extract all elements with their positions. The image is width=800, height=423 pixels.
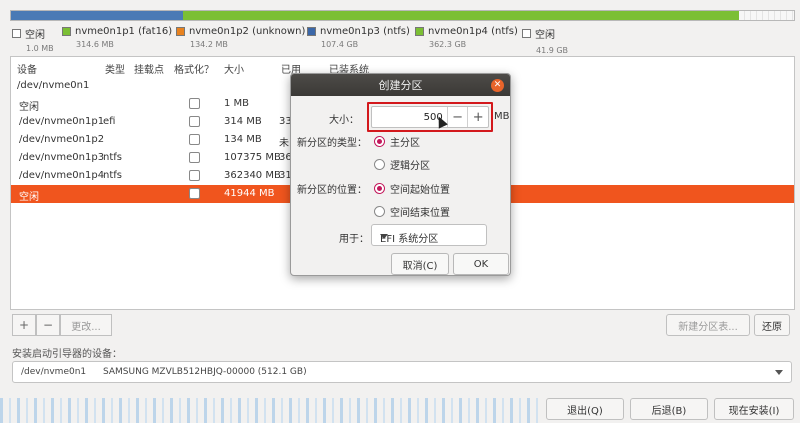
type-primary-radio[interactable]: 主分区	[374, 134, 420, 149]
table-toolbar: + − 更改...	[12, 314, 112, 336]
column-header-type[interactable]: 类型	[105, 61, 125, 76]
dialog-title: 创建分区	[378, 79, 423, 92]
legend-swatch	[522, 29, 531, 38]
use-as-label: 用于：	[339, 234, 369, 245]
row-size: 41944 MB	[224, 188, 275, 199]
use-as-select[interactable]: EFI 系统分区	[371, 224, 487, 246]
column-header-mount[interactable]: 挂载点	[134, 61, 164, 76]
disk-segment-p3	[183, 11, 740, 20]
column-header-device[interactable]: 设备	[17, 61, 37, 76]
dropdown-arrow-icon	[775, 370, 783, 375]
partition-type-label: 新分区的类型：	[297, 138, 367, 149]
legend-size: 1.0 MB	[26, 44, 54, 53]
column-header-format[interactable]: 格式化？	[174, 61, 214, 76]
legend-item: 空闲 1.0 MB	[12, 26, 54, 53]
highlight-box	[367, 102, 493, 132]
row-type: ntfs	[103, 152, 122, 163]
row-device: /dev/nvme0n1p4	[19, 170, 105, 181]
legend-item: 空闲 41.9 GB	[522, 26, 568, 55]
format-checkbox[interactable]	[189, 134, 200, 145]
legend-label: nvme0n1p1 (fat16)	[75, 26, 173, 37]
close-icon[interactable]: ✕	[491, 79, 504, 92]
radio-unchecked-icon	[374, 206, 385, 217]
ok-button[interactable]: OK	[453, 253, 509, 275]
format-checkbox[interactable]	[189, 170, 200, 181]
change-partition-button[interactable]: 更改...	[60, 314, 112, 336]
radio-unchecked-icon	[374, 159, 385, 170]
legend-item: nvme0n1p1 (fat16) 314.6 MB	[62, 26, 172, 49]
row-device: 空闲	[19, 102, 39, 113]
background-decoration	[0, 398, 540, 423]
format-checkbox[interactable]	[189, 152, 200, 163]
create-partition-dialog: 创建分区 ✕ 大小： 500 − + MB 新分区的类型： 主分区 逻辑分区 新…	[290, 73, 511, 276]
back-button[interactable]: 后退(B)	[630, 398, 708, 420]
legend-swatch	[415, 27, 424, 36]
row-size: 134 MB	[224, 134, 262, 145]
legend-label: nvme0n1p4 (ntfs)	[428, 26, 518, 37]
legend-label: 空闲	[25, 30, 45, 41]
location-end-radio[interactable]: 空间结束位置	[374, 204, 450, 219]
boot-loader-label: 安装启动引导器的设备：	[12, 349, 122, 360]
remove-partition-button[interactable]: −	[36, 314, 60, 336]
row-size: 314 MB	[224, 116, 262, 127]
dialog-titlebar: 创建分区 ✕	[291, 74, 510, 96]
legend-label: nvme0n1p3 (ntfs)	[320, 26, 410, 37]
row-size: 1 MB	[224, 98, 250, 109]
format-checkbox[interactable]	[189, 98, 200, 109]
install-now-button[interactable]: 现在安装(I)	[714, 398, 794, 420]
row-device: /dev/nvme0n1p3	[19, 152, 105, 163]
revert-button[interactable]: 还原	[754, 314, 790, 336]
boot-device-description: SAMSUNG MZVLB512HBJQ-00000 (512.1 GB)	[103, 367, 307, 377]
legend-size: 134.2 MB	[190, 40, 228, 49]
legend-label: nvme0n1p2 (unknown)	[189, 26, 306, 37]
size-label: 大小：	[329, 115, 359, 126]
legend-item: nvme0n1p4 (ntfs) 362.3 GB	[415, 26, 518, 49]
quit-button[interactable]: 退出(Q)	[546, 398, 624, 420]
boot-device-path: /dev/nvme0n1	[21, 367, 87, 377]
legend-size: 41.9 GB	[536, 46, 569, 55]
legend-swatch	[12, 29, 21, 38]
row-size: 362340 MB	[224, 170, 281, 181]
use-as-value: EFI 系统分区	[380, 234, 439, 245]
legend-size: 107.4 GB	[321, 40, 359, 49]
radio-label: 空间起始位置	[390, 185, 450, 196]
row-type: efi	[103, 116, 116, 127]
row-size: 107375 MB	[224, 152, 281, 163]
legend-swatch	[62, 27, 71, 36]
radio-checked-icon	[374, 136, 385, 147]
disk-segment-p1	[11, 11, 184, 20]
legend-item: nvme0n1p2 (unknown) 134.2 MB	[176, 26, 305, 49]
row-type: ntfs	[103, 170, 122, 181]
radio-checked-icon	[374, 183, 385, 194]
legend-label: 空闲	[535, 30, 555, 41]
boot-loader-select[interactable]: /dev/nvme0n1 SAMSUNG MZVLB512HBJQ-00000 …	[12, 361, 792, 383]
disk-usage-bar	[10, 10, 795, 21]
dropdown-arrow-icon	[380, 234, 388, 239]
row-device: /dev/nvme0n1p2	[19, 134, 105, 145]
legend-size: 362.3 GB	[429, 40, 467, 49]
format-checkbox[interactable]	[189, 116, 200, 127]
column-header-size[interactable]: 大小	[224, 61, 244, 76]
partition-legend: 空闲 1.0 MB nvme0n1p1 (fat16) 314.6 MB nvm…	[0, 26, 800, 55]
legend-item: nvme0n1p3 (ntfs) 107.4 GB	[307, 26, 410, 49]
legend-swatch	[307, 27, 316, 36]
new-partition-table-button[interactable]: 新建分区表...	[666, 314, 750, 336]
disk-segment-free	[739, 11, 794, 20]
location-start-radio[interactable]: 空间起始位置	[374, 181, 450, 196]
type-logical-radio[interactable]: 逻辑分区	[374, 157, 430, 172]
radio-label: 主分区	[390, 138, 420, 149]
row-used: 未	[279, 138, 289, 149]
legend-swatch	[176, 27, 185, 36]
cancel-button[interactable]: 取消(C)	[391, 253, 449, 275]
row-device: /dev/nvme0n1p1	[19, 116, 105, 127]
format-checkbox[interactable]	[189, 188, 200, 199]
add-partition-button[interactable]: +	[12, 314, 36, 336]
partition-location-label: 新分区的位置：	[297, 185, 367, 196]
radio-label: 逻辑分区	[390, 161, 430, 172]
row-device: 空闲	[19, 192, 39, 203]
radio-label: 空间结束位置	[390, 208, 450, 219]
legend-size: 314.6 MB	[76, 40, 114, 49]
size-unit: MB	[494, 111, 510, 122]
disk-label: /dev/nvme0n1	[17, 80, 90, 91]
